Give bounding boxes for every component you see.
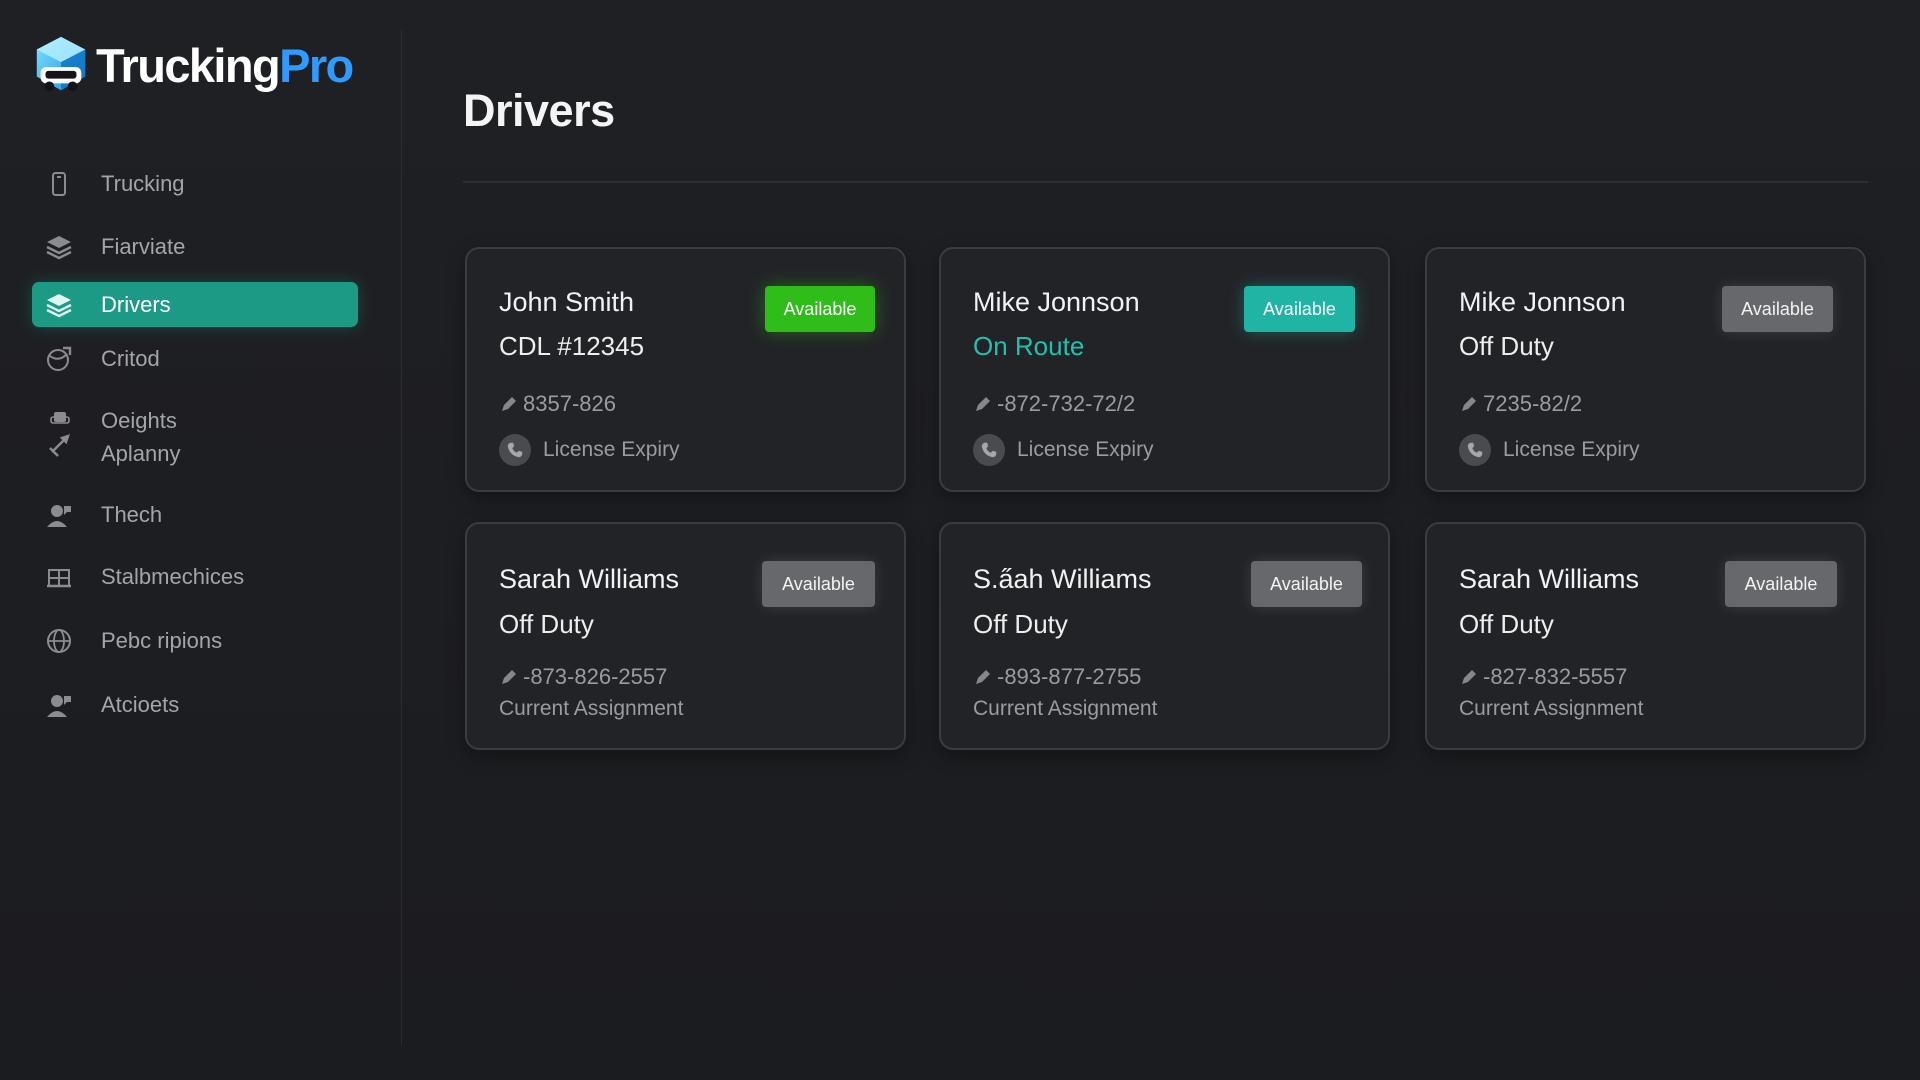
driver-phone-text: -872-732-72/2 <box>997 391 1136 416</box>
truck-logo-icon <box>36 36 86 92</box>
driver-status: Off Duty <box>1459 609 1554 639</box>
driver-status: On Route <box>973 331 1085 361</box>
sidebar-item-thech[interactable]: Thech <box>32 494 358 536</box>
sidebar-item-oeights-aplanny[interactable]: Oeights Aplanny <box>32 404 358 470</box>
driver-phone: -872-732-72/2 <box>973 391 1135 417</box>
driver-name: Sarah Williams <box>499 564 680 594</box>
driver-phone: -827-832-5557 <box>1459 664 1627 690</box>
brand-name-accent: Pro <box>279 38 354 92</box>
driver-card[interactable]: Sarah Williams Available Off Duty -827-8… <box>1425 522 1866 750</box>
status-badge[interactable]: Available <box>1722 286 1833 332</box>
title-divider <box>463 181 1868 183</box>
sidebar-item-stalbmechices[interactable]: Stalbmechices <box>32 556 358 598</box>
sidebar-item-label: Stalbmechices <box>101 564 245 589</box>
sidebar-item-label-line2: Aplanny <box>101 441 181 466</box>
driver-card[interactable]: Mike Jonnson Available Off Duty 7235-82/… <box>1425 247 1866 492</box>
layers-icon <box>44 290 74 320</box>
driver-phone-text: 8357-826 <box>523 391 616 416</box>
pen-icon <box>976 397 990 411</box>
driver-extra-text: License Expiry <box>1017 438 1154 461</box>
driver-extra: Current Assignment <box>973 697 1158 720</box>
driver-card[interactable]: John Smith Available CDL #12345 8357-826… <box>465 247 906 492</box>
sidebar-item-label: Trucking <box>101 171 185 196</box>
sidebar-item-label: Critod <box>101 346 160 371</box>
phone-device-icon <box>44 169 74 199</box>
sidebar-item-fiarviate[interactable]: Fiarviate <box>32 226 358 268</box>
sidebar-item-label: Pebc ripions <box>101 628 223 653</box>
driver-cdl: CDL #12345 <box>499 331 645 361</box>
driver-status: Off Duty <box>973 609 1068 639</box>
phone-icon <box>973 434 1005 466</box>
driver-extra-text: License Expiry <box>543 438 680 461</box>
driver-phone-text: -893-877-2755 <box>997 664 1142 689</box>
pen-icon <box>502 397 516 411</box>
status-badge[interactable]: Available <box>765 286 875 332</box>
sidebar-item-label: Atcioets <box>101 692 180 717</box>
sidebar-item-label: Oeights <box>101 408 177 433</box>
sidebar-divider <box>401 30 402 1045</box>
layers-icon <box>44 232 74 262</box>
driver-name: S.a̋ah Williams <box>973 564 1152 594</box>
sidebar-item-pebc-ripions[interactable]: Pebc ripions <box>32 620 358 662</box>
status-badge[interactable]: Available <box>762 561 875 607</box>
pen-icon <box>1462 670 1476 684</box>
driver-name: John Smith <box>499 287 635 317</box>
driver-phone-text: -827-832-5557 <box>1483 664 1628 689</box>
driver-extra: License Expiry <box>499 434 680 466</box>
sidebar-item-atcioets[interactable]: Atcioets <box>32 684 358 726</box>
sidebar-item-critod[interactable]: Critod <box>32 338 358 380</box>
pen-icon <box>976 670 990 684</box>
sidebar: TruckingPro Trucking Fiarviate Drivers C… <box>0 0 402 1050</box>
brand-name-main: Trucking <box>96 38 281 92</box>
sidebar-item-trucking[interactable]: Trucking <box>32 163 358 205</box>
page-title: Drivers <box>463 85 615 136</box>
driver-card[interactable]: Sarah Williams Available Off Duty -873-8… <box>465 522 906 750</box>
status-badge[interactable]: Available <box>1725 561 1837 607</box>
pen-icon <box>1462 397 1476 411</box>
driver-extra: Current Assignment <box>499 697 684 720</box>
driver-extra-text: License Expiry <box>1503 438 1640 461</box>
building-icon <box>44 562 74 592</box>
app-window: TruckingPro Trucking Fiarviate Drivers C… <box>0 0 1920 1080</box>
status-badge[interactable]: Available <box>1244 286 1355 332</box>
driver-name: Mike Jonnson <box>1459 287 1626 317</box>
driver-phone: 7235-82/2 <box>1459 391 1582 417</box>
driver-name: Sarah Williams <box>1459 564 1640 594</box>
person-speech-icon <box>44 690 74 720</box>
driver-extra: License Expiry <box>973 434 1154 466</box>
sidebar-item-label: Drivers <box>101 291 171 317</box>
driver-phone-text: 7235-82/2 <box>1483 391 1583 416</box>
person-speech-icon <box>44 500 74 530</box>
sidebar-item-label: Thech <box>101 502 163 527</box>
driver-extra: License Expiry <box>1459 434 1640 466</box>
phone-icon <box>499 434 531 466</box>
status-badge[interactable]: Available <box>1251 561 1362 607</box>
globe-arrow-icon <box>44 344 74 374</box>
pen-icon <box>502 670 516 684</box>
driver-extra: Current Assignment <box>1459 697 1644 720</box>
driver-phone-text: -873-826-2557 <box>523 664 668 689</box>
driver-phone: -893-877-2755 <box>973 664 1141 690</box>
driver-phone: 8357-826 <box>499 391 616 417</box>
sidebar-item-drivers[interactable]: Drivers <box>32 282 358 327</box>
driver-name: Mike Jonnson <box>973 287 1140 317</box>
driver-status: Off Duty <box>1459 331 1554 361</box>
brand[interactable]: TruckingPro <box>30 34 354 96</box>
globe-icon <box>44 626 74 656</box>
driver-card[interactable]: Mike Jonnson Available On Route -872-732… <box>939 247 1390 492</box>
driver-status: Off Duty <box>499 609 594 639</box>
driver-card[interactable]: S.a̋ah Williams Available Off Duty -893-… <box>939 522 1390 750</box>
driver-phone: -873-826-2557 <box>499 664 667 690</box>
phone-icon <box>1459 434 1491 466</box>
robot-tools-icon <box>44 408 74 457</box>
sidebar-item-label: Fiarviate <box>101 234 186 259</box>
